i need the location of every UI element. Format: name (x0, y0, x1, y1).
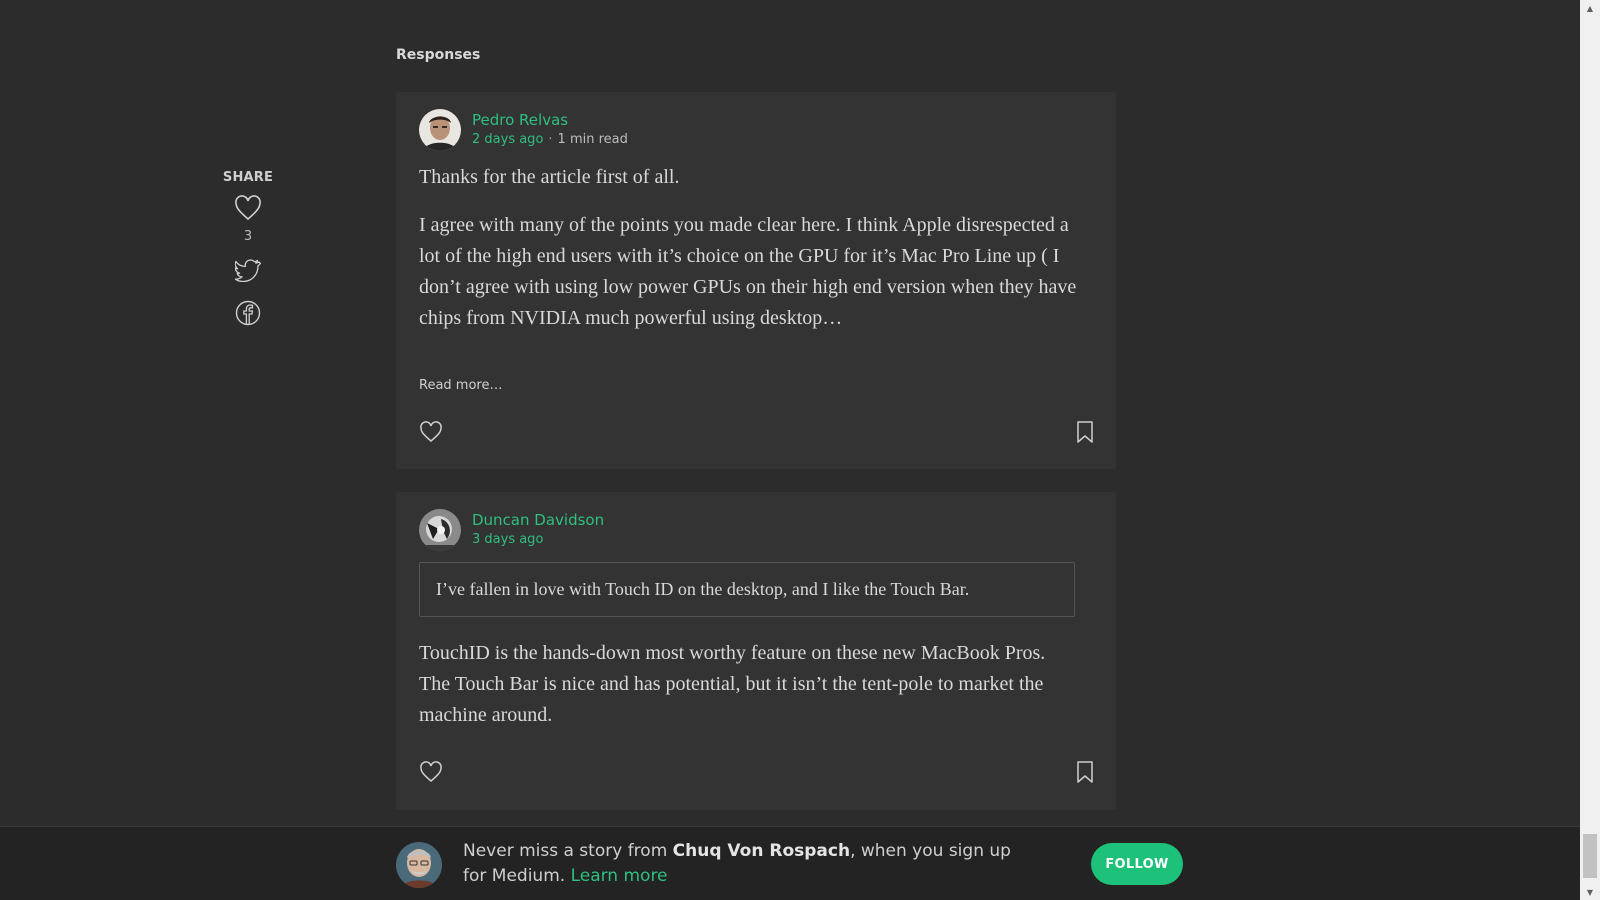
twitter-icon[interactable] (234, 258, 262, 286)
author-name: Chuq Von Rospach (672, 841, 851, 861)
author-avatar[interactable] (396, 842, 442, 888)
follow-button[interactable]: FOLLOW (1091, 843, 1183, 885)
heart-icon[interactable] (234, 195, 262, 225)
author-row: Pedro Relvas 2 days ago · 1 min read (419, 109, 628, 151)
author-meta: Pedro Relvas 2 days ago · 1 min read (472, 110, 628, 150)
timestamp[interactable]: 2 days ago (472, 132, 543, 147)
heart-icon[interactable] (419, 761, 443, 787)
bookmark-icon[interactable] (1076, 421, 1094, 447)
meta-line: 3 days ago (472, 530, 604, 550)
heart-icon[interactable] (419, 421, 443, 447)
facebook-icon[interactable] (235, 300, 261, 330)
avatar[interactable] (419, 509, 461, 551)
response-card: Pedro Relvas 2 days ago · 1 min read Thank… (396, 92, 1116, 469)
vertical-scrollbar[interactable]: ▲ ▼ (1580, 0, 1600, 900)
author-meta: Duncan Davidson 3 days ago (472, 510, 604, 550)
bookmark-icon[interactable] (1076, 761, 1094, 787)
meta-separator: · (548, 132, 553, 147)
scroll-thumb[interactable] (1583, 834, 1597, 878)
scroll-up-arrow-icon[interactable]: ▲ (1580, 0, 1600, 16)
read-time: 1 min read (557, 132, 628, 147)
scroll-down-arrow-icon[interactable]: ▼ (1580, 884, 1600, 900)
quoted-highlight[interactable]: I’ve fallen in love with Touch ID on the… (419, 562, 1075, 617)
share-rail: SHARE 3 (212, 170, 284, 330)
avatar[interactable] (419, 109, 461, 151)
learn-more-link[interactable]: Learn more (571, 866, 668, 886)
signup-message: Never miss a story from Chuq Von Rospach… (463, 839, 1023, 889)
share-label: SHARE (222, 170, 274, 185)
read-more-link[interactable]: Read more… (419, 378, 502, 393)
response-body: TouchID is the hands-down most worthy fe… (419, 642, 1046, 726)
response-card: Duncan Davidson 3 days ago I’ve fallen i… (396, 492, 1116, 810)
responses-heading: Responses (396, 47, 481, 63)
signup-prefix: Never miss a story from (463, 841, 673, 861)
page: Responses SHARE 3 Pedro Relvas 2 days ag… (0, 0, 1580, 900)
author-name[interactable]: Duncan Davidson (472, 510, 604, 530)
timestamp[interactable]: 3 days ago (472, 532, 543, 547)
response-body: I agree with many of the points you made… (419, 214, 1077, 329)
meta-line: 2 days ago · 1 min read (472, 130, 628, 150)
like-count: 3 (243, 229, 253, 244)
author-name[interactable]: Pedro Relvas (472, 110, 628, 130)
signup-banner: Never miss a story from Chuq Von Rospach… (0, 826, 1580, 900)
author-row: Duncan Davidson 3 days ago (419, 509, 604, 551)
response-intro: Thanks for the article first of all. (419, 166, 680, 188)
